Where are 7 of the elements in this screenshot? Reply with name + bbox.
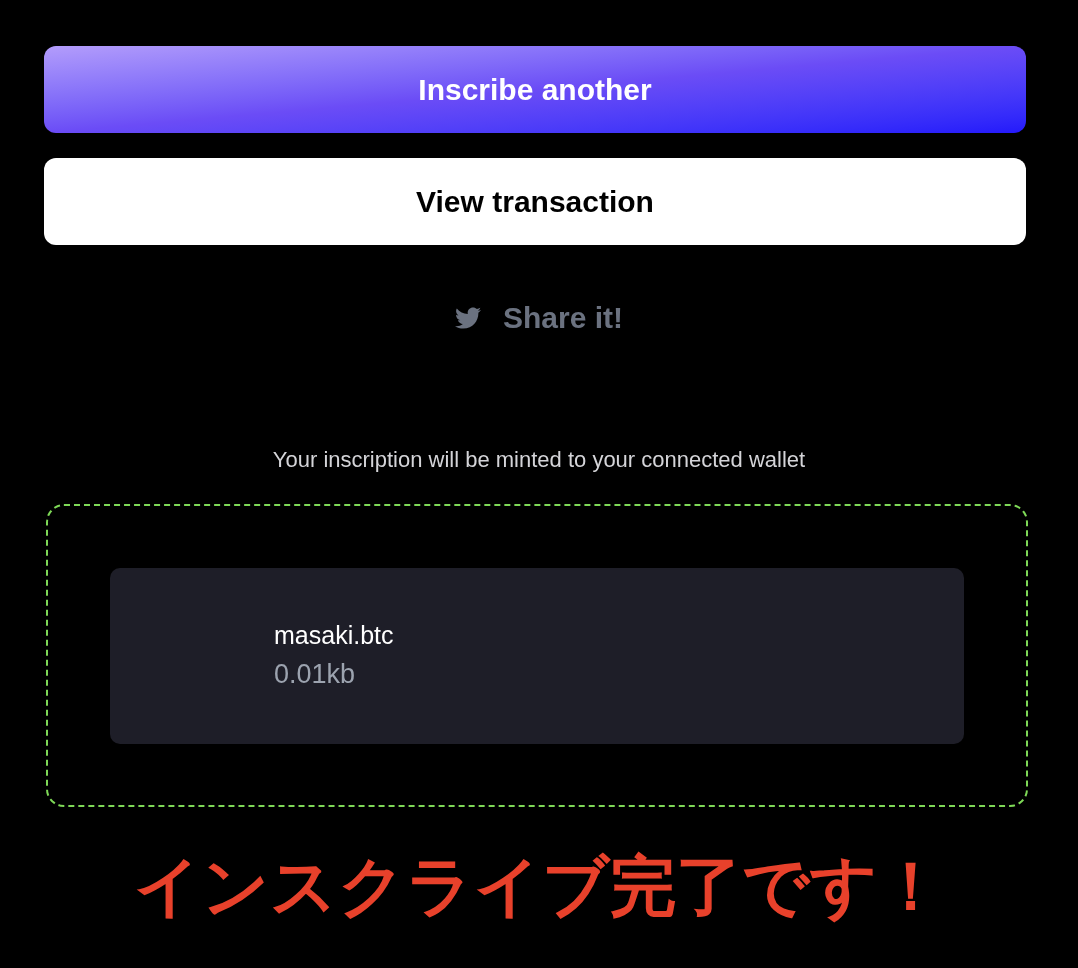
share-button[interactable]: Share it! bbox=[455, 295, 623, 340]
view-transaction-button[interactable]: View transaction bbox=[44, 158, 1026, 245]
inscription-size: 0.01kb bbox=[274, 658, 357, 691]
completion-caption: インスクライブ完了です！ bbox=[134, 848, 944, 925]
mint-notice: Your inscription will be minted to your connected wallet bbox=[271, 446, 807, 474]
inscription-name: masaki.btc bbox=[274, 619, 395, 651]
inscribe-button[interactable]: Inscribe another bbox=[44, 46, 1026, 133]
